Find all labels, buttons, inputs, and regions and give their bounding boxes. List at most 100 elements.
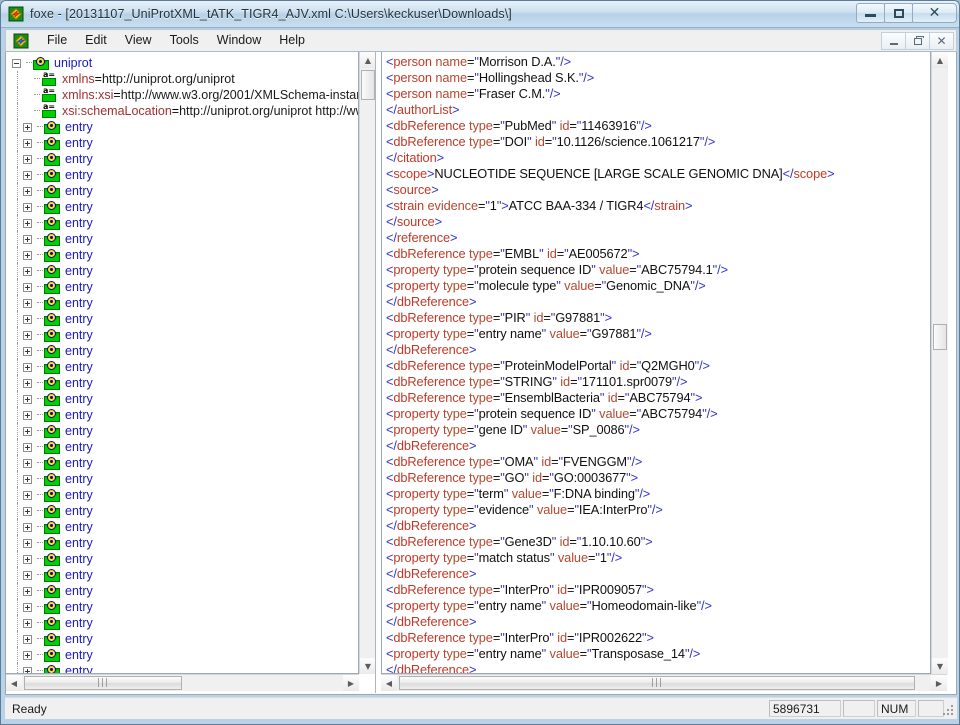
mdi-close-button[interactable]: ✕	[929, 32, 954, 50]
mdi-restore-button[interactable]	[905, 32, 930, 50]
xml-source-line[interactable]: <property type="evidence" value="IEA:Int…	[386, 502, 930, 518]
tree-node-entry[interactable]: entry	[6, 135, 358, 151]
xml-source-line[interactable]: <person name="Fraser C.M."/>	[386, 86, 930, 102]
xml-source-line[interactable]: </dbReference>	[386, 294, 930, 310]
tree-node-entry[interactable]: entry	[6, 407, 358, 423]
tree-node-root[interactable]: uniprot	[6, 55, 358, 71]
xml-source-line[interactable]: <property type="term" value="F:DNA bindi…	[386, 486, 930, 502]
tree-expand-icon[interactable]	[23, 650, 32, 660]
tree-expand-icon[interactable]	[23, 618, 32, 628]
xml-source-line[interactable]: </source>	[386, 214, 930, 230]
xml-source-line[interactable]: </citation>	[386, 150, 930, 166]
tree-expand-icon[interactable]	[23, 442, 32, 452]
tree-node-entry[interactable]: entry	[6, 343, 358, 359]
tree-node-entry[interactable]: entry	[6, 519, 358, 535]
xml-source-line[interactable]: <strain evidence="1">ATCC BAA-334 / TIGR…	[386, 198, 930, 214]
tree-node-entry[interactable]: entry	[6, 359, 358, 375]
tree-expand-icon[interactable]	[23, 122, 32, 132]
xml-source-line[interactable]: <source>	[386, 182, 930, 198]
tree-node-entry[interactable]: entry	[6, 567, 358, 583]
xml-text-viewport[interactable]: <person name="Morrison D.A."/> <person na…	[381, 52, 931, 674]
tree-expand-icon[interactable]	[23, 522, 32, 532]
tree-collapse-icon[interactable]	[12, 58, 21, 68]
tree-expand-icon[interactable]	[23, 570, 32, 580]
menu-item-file[interactable]: File	[38, 31, 76, 50]
xml-source-line[interactable]: <scope>NUCLEOTIDE SEQUENCE [LARGE SCALE …	[386, 166, 930, 182]
tree-vertical-scrollbar[interactable]: ▲ ▼	[359, 52, 375, 674]
tree-node-entry[interactable]: entry	[6, 647, 358, 663]
tree-expand-icon[interactable]	[23, 330, 32, 340]
tree-node-entry[interactable]: entry	[6, 615, 358, 631]
xml-source-line[interactable]: <property type="molecule type" value="Ge…	[386, 278, 930, 294]
maximize-button[interactable]	[884, 3, 913, 23]
tree-node-entry[interactable]: entry	[6, 551, 358, 567]
tree-node-entry[interactable]: entry	[6, 119, 358, 135]
xml-scroll-down-arrow[interactable]: ▼	[932, 658, 948, 674]
xml-source-line[interactable]: <dbReference type="InterPro" id="IPR0026…	[386, 630, 930, 646]
menu-item-tools[interactable]: Tools	[161, 31, 208, 50]
xml-source-line[interactable]: <dbReference type="EMBL" id="AE005672">	[386, 246, 930, 262]
xml-hscroll-thumb[interactable]: |||	[399, 676, 915, 690]
xml-source-line[interactable]: <property type="gene ID" value="SP_0086"…	[386, 422, 930, 438]
tree-node-entry[interactable]: entry	[6, 311, 358, 327]
xml-source-line[interactable]: <property type="entry name" value="Homeo…	[386, 598, 930, 614]
xml-source-line[interactable]: <dbReference type="STRING" id="171101.sp…	[386, 374, 930, 390]
xml-scroll-thumb[interactable]	[933, 324, 947, 350]
minimize-button[interactable]	[856, 3, 885, 23]
tree-expand-icon[interactable]	[23, 586, 32, 596]
xml-source-line[interactable]: </authorList>	[386, 102, 930, 118]
xml-source-line[interactable]: </dbReference>	[386, 566, 930, 582]
tree-node-entry[interactable]: entry	[6, 663, 358, 673]
menu-item-help[interactable]: Help	[270, 31, 314, 50]
xml-source-line[interactable]: <dbReference type="PubMed" id="11463916"…	[386, 118, 930, 134]
xml-source-line[interactable]: <property type="protein sequence ID" val…	[386, 262, 930, 278]
tree-node-entry[interactable]: entry	[6, 231, 358, 247]
tree-expand-icon[interactable]	[23, 154, 32, 164]
tree-expand-icon[interactable]	[23, 186, 32, 196]
tree-expand-icon[interactable]	[23, 378, 32, 388]
tree-node-entry[interactable]: entry	[6, 471, 358, 487]
xml-vertical-scrollbar[interactable]: ▲ ▼	[931, 52, 948, 674]
tree-expand-icon[interactable]	[23, 282, 32, 292]
tree-node-entry[interactable]: entry	[6, 375, 358, 391]
tree-expand-icon[interactable]	[23, 666, 32, 673]
tree-node-entry[interactable]: entry	[6, 583, 358, 599]
tree-node-attribute[interactable]: a= xmlns:xsi = http://www.w3.org/2001/XML…	[6, 86, 358, 103]
tree-node-attribute[interactable]: a= xmlns = http://uniprot.org/uniprot	[6, 70, 358, 87]
tree-node-entry[interactable]: entry	[6, 487, 358, 503]
xml-source-line[interactable]: </dbReference>	[386, 438, 930, 454]
xml-source-line[interactable]: </dbReference>	[386, 614, 930, 630]
tree-node-entry[interactable]: entry	[6, 631, 358, 647]
tree-expand-icon[interactable]	[23, 234, 32, 244]
xml-source-line[interactable]: </reference>	[386, 230, 930, 246]
document-icon[interactable]	[13, 33, 29, 49]
menu-item-window[interactable]: Window	[208, 31, 270, 50]
tree-horizontal-scrollbar[interactable]: ◀ ||| ▶	[6, 674, 359, 691]
tree-node-entry[interactable]: entry	[6, 391, 358, 407]
tree-expand-icon[interactable]	[23, 474, 32, 484]
xml-horizontal-scrollbar[interactable]: ◀ ||| ▶	[381, 674, 947, 691]
tree-expand-icon[interactable]	[23, 202, 32, 212]
tree-node-entry[interactable]: entry	[6, 503, 358, 519]
xml-source-line[interactable]: <property type="entry name" value="G9788…	[386, 326, 930, 342]
xml-scroll-right-arrow[interactable]: ▶	[931, 675, 947, 691]
xml-source-line[interactable]: <dbReference type="ProteinModelPortal" i…	[386, 358, 930, 374]
tree-node-entry[interactable]: entry	[6, 455, 358, 471]
tree-node-entry[interactable]: entry	[6, 535, 358, 551]
tree-node-entry[interactable]: entry	[6, 263, 358, 279]
tree-scroll-left-arrow[interactable]: ◀	[6, 675, 22, 691]
xml-source-line[interactable]: <property type="entry name" value="Trans…	[386, 646, 930, 662]
tree-expand-icon[interactable]	[23, 394, 32, 404]
tree-expand-icon[interactable]	[23, 426, 32, 436]
tree-node-entry[interactable]: entry	[6, 167, 358, 183]
menu-item-edit[interactable]: Edit	[76, 31, 116, 50]
tree-scroll-right-arrow[interactable]: ▶	[343, 675, 359, 691]
xml-tree-viewport[interactable]: uniprot a= xmlns = http://uniprot.org/unip…	[6, 52, 359, 674]
xml-source-line[interactable]: <dbReference type="GO" id="GO:0003677">	[386, 470, 930, 486]
tree-expand-icon[interactable]	[23, 298, 32, 308]
mdi-minimize-button[interactable]	[881, 32, 906, 50]
tree-expand-icon[interactable]	[23, 250, 32, 260]
xml-source-line[interactable]: <person name="Morrison D.A."/>	[386, 54, 930, 70]
tree-expand-icon[interactable]	[23, 170, 32, 180]
close-button[interactable]: ✕	[912, 3, 957, 23]
